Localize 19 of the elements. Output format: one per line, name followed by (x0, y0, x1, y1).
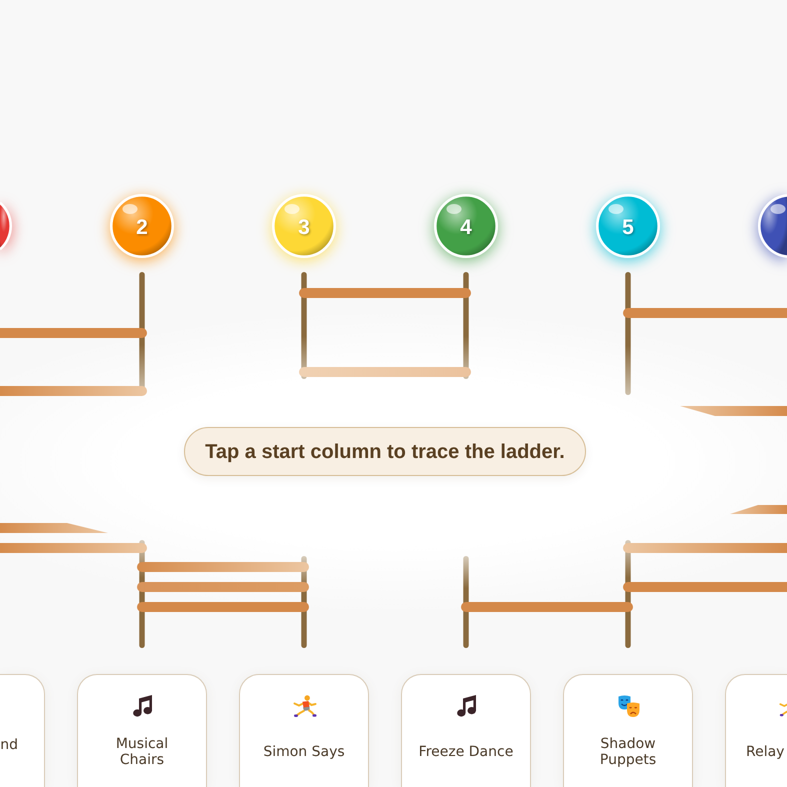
start-ball[interactable] (758, 194, 787, 258)
prize-label: Musical Chairs (114, 736, 170, 768)
prize-label: Shadow Puppets (598, 736, 658, 768)
prize-label: Freeze Dance (418, 744, 514, 760)
music-notes-icon (455, 694, 479, 718)
theater-masks-icon (617, 694, 641, 718)
runner-icon (293, 694, 317, 718)
start-ball[interactable]: 5 (596, 194, 660, 258)
ladder-rung (730, 505, 787, 514)
start-ball[interactable]: 4 (434, 194, 498, 258)
prize-label: Relay (746, 744, 784, 760)
start-ball[interactable]: 3 (272, 194, 336, 258)
runner-icon (779, 702, 787, 718)
prize-label: nd (0, 737, 18, 753)
prize-label: Simon Says (263, 744, 345, 760)
music-notes-icon (131, 694, 155, 718)
start-ball[interactable] (0, 202, 12, 250)
start-ball[interactable]: 2 (110, 194, 174, 258)
hint-banner: Tap a start column to trace the ladder. (184, 427, 586, 476)
